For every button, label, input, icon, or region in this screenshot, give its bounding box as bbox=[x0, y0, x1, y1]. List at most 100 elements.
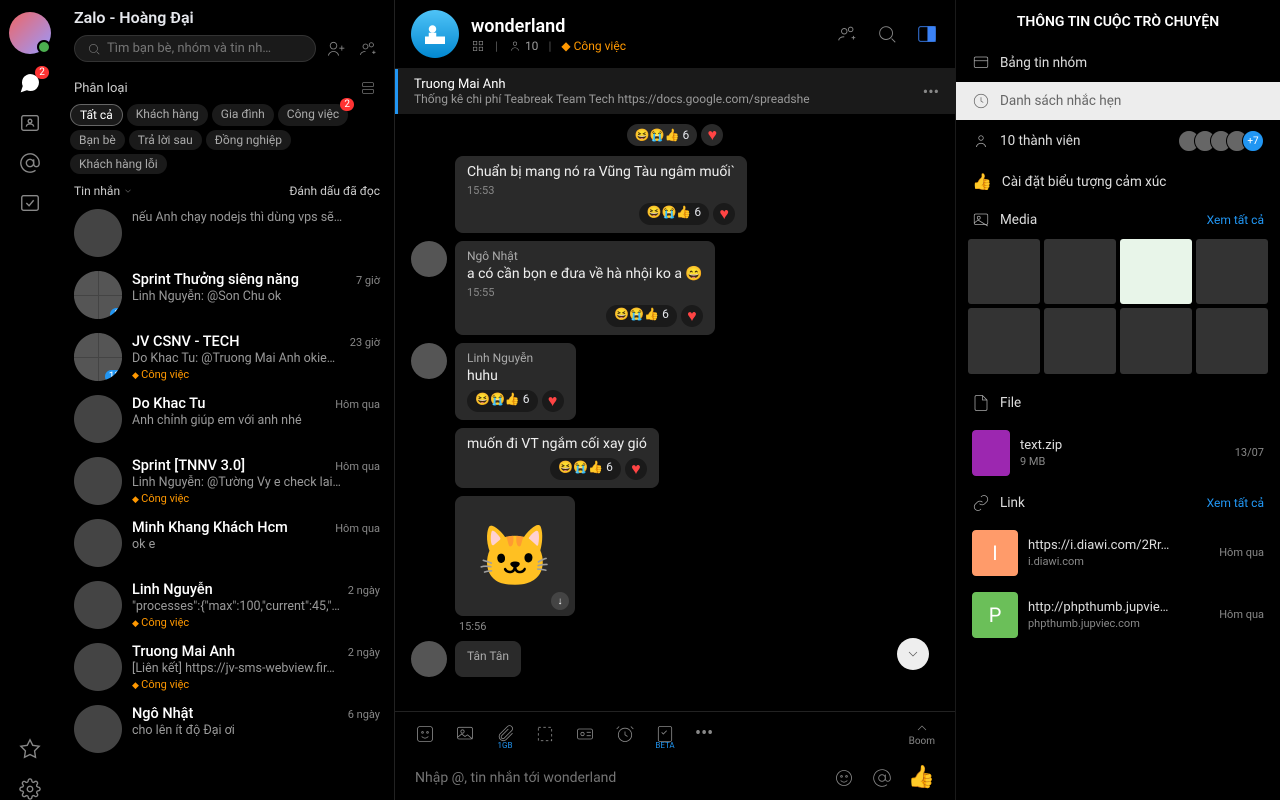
message-input[interactable] bbox=[415, 770, 818, 786]
download-icon[interactable]: ↓ bbox=[551, 592, 569, 610]
info-file-header[interactable]: File bbox=[956, 384, 1280, 422]
community-icon bbox=[471, 39, 485, 53]
message-row: Tân Tân bbox=[411, 641, 939, 677]
sender-avatar[interactable] bbox=[411, 343, 447, 379]
conversation-item[interactable]: nếu Anh chạy nodejs thì dùng vps sẽ… bbox=[60, 202, 394, 264]
conversation-item[interactable]: Ngô Nhật6 ngàycho lên ít độ Đại ơi bbox=[60, 698, 394, 760]
message-bubble[interactable]: muốn đi VT ngắm cối xay gió😆😭👍 6♥ bbox=[455, 428, 659, 488]
reaction-summary[interactable]: 😆😭👍 6 bbox=[627, 124, 698, 146]
chevron-down-icon bbox=[123, 186, 133, 196]
thumbs-up-icon: 👍 bbox=[972, 172, 992, 191]
media-thumb[interactable] bbox=[968, 308, 1040, 373]
mention-icon[interactable] bbox=[870, 766, 894, 790]
sender-avatar[interactable] bbox=[411, 641, 447, 677]
clock-icon bbox=[972, 92, 990, 110]
info-board[interactable]: Bảng tin nhóm bbox=[956, 44, 1280, 82]
chat-title: wonderland bbox=[471, 16, 823, 37]
task-icon[interactable]: BETA bbox=[655, 724, 675, 744]
person-icon bbox=[972, 132, 990, 150]
info-members[interactable]: 10 thành viên +7 bbox=[956, 120, 1280, 162]
message-bubble[interactable]: Linh Nguyễnhuhu😆😭👍 6♥ bbox=[455, 343, 576, 420]
search-box[interactable] bbox=[74, 35, 316, 62]
like-button[interactable]: 👍 bbox=[908, 765, 935, 790]
media-thumb[interactable] bbox=[1196, 239, 1268, 304]
info-reminders[interactable]: Danh sách nhắc hẹn bbox=[956, 82, 1280, 120]
boom-button[interactable]: Boom bbox=[909, 720, 935, 747]
add-friend-icon[interactable] bbox=[324, 37, 348, 61]
board-icon bbox=[972, 54, 990, 72]
star-nav-icon[interactable] bbox=[19, 738, 41, 760]
file-item[interactable]: text.zip9 MB 13/07 bbox=[956, 422, 1280, 484]
chat-avatar[interactable] bbox=[411, 10, 459, 58]
sender-avatar[interactable] bbox=[411, 241, 447, 277]
filter-chip[interactable]: Đồng nghiệp bbox=[206, 130, 291, 150]
conversation-item[interactable]: Sprint [TNNV 3.0]Hôm quaLinh Nguyễn: @Tư… bbox=[60, 450, 394, 512]
filter-chip[interactable]: Trả lời sau bbox=[129, 130, 202, 150]
filter-chip[interactable]: Tất cả bbox=[70, 104, 123, 126]
filter-chip[interactable]: Khách hàng bbox=[127, 104, 208, 126]
search-input[interactable] bbox=[107, 41, 303, 56]
info-media-header[interactable]: MediaXem tất cả bbox=[956, 201, 1280, 239]
more-tools-icon[interactable]: ••• bbox=[695, 723, 713, 744]
contacts-nav-icon[interactable] bbox=[19, 112, 41, 134]
info-title: THÔNG TIN CUỘC TRÒ CHUYỆN bbox=[956, 0, 1280, 44]
media-thumb[interactable] bbox=[968, 239, 1040, 304]
info-link-header[interactable]: LinkXem tất cả bbox=[956, 484, 1280, 522]
filter-chip[interactable]: Khách hàng lỗi bbox=[70, 154, 167, 174]
user-avatar[interactable] bbox=[9, 12, 51, 54]
media-thumb[interactable] bbox=[1120, 308, 1192, 373]
add-members-icon[interactable] bbox=[835, 22, 859, 46]
mention-nav-icon[interactable] bbox=[19, 152, 41, 174]
messages-dropdown[interactable]: Tin nhắn bbox=[74, 184, 133, 198]
filter-chip[interactable]: Gia đình bbox=[212, 104, 274, 126]
conversation-item[interactable]: 13JV CSNV - TECH23 giờDo Khac Tu: @Truon… bbox=[60, 326, 394, 388]
card-icon[interactable] bbox=[575, 724, 595, 744]
emoji-icon[interactable] bbox=[832, 766, 856, 790]
link-favicon: P bbox=[972, 592, 1018, 638]
message-bubble[interactable]: Ngô Nhậta có cần bọn e đưa về hà nhội ko… bbox=[455, 241, 715, 335]
filter-chip[interactable]: Bạn bè bbox=[70, 130, 125, 150]
link-icon bbox=[972, 494, 990, 512]
link-item[interactable]: Phttp://phpthumb.jupvie…phpthumb.jupviec… bbox=[956, 584, 1280, 646]
scroll-down-button[interactable] bbox=[897, 638, 929, 670]
react-button[interactable]: ♥ bbox=[701, 124, 723, 146]
message-row: Ngô Nhậta có cần bọn e đưa về hà nhội ko… bbox=[411, 241, 939, 335]
media-view-all[interactable]: Xem tất cả bbox=[1207, 213, 1264, 227]
panel-toggle-icon[interactable] bbox=[915, 22, 939, 46]
members-icon bbox=[508, 39, 522, 53]
filter-settings-icon[interactable] bbox=[356, 76, 380, 100]
sticker[interactable]: 🐱↓ bbox=[455, 496, 575, 616]
media-thumb[interactable] bbox=[1196, 308, 1268, 373]
conversation-item[interactable]: 9Sprint Thưởng siêng năng7 giờLinh Nguyễ… bbox=[60, 264, 394, 326]
media-grid bbox=[956, 239, 1280, 384]
info-emoji[interactable]: 👍Cài đặt biểu tượng cảm xúc bbox=[956, 162, 1280, 201]
screenshot-icon[interactable] bbox=[535, 724, 555, 744]
chat-search-icon[interactable] bbox=[875, 22, 899, 46]
conversation-item[interactable]: Linh Nguyễn2 ngày"processes":{"max":100,… bbox=[60, 574, 394, 636]
chat-nav-icon[interactable]: 2 bbox=[19, 72, 41, 94]
todo-nav-icon[interactable] bbox=[19, 192, 41, 214]
chat-tag[interactable]: ◆ Công việc bbox=[561, 39, 626, 53]
sticker-icon[interactable] bbox=[415, 724, 435, 744]
link-view-all[interactable]: Xem tất cả bbox=[1207, 496, 1264, 510]
media-thumb[interactable] bbox=[1044, 239, 1116, 304]
attach-icon[interactable]: 1GB bbox=[495, 724, 515, 744]
image-icon[interactable] bbox=[455, 724, 475, 744]
link-item[interactable]: Ihttps://i.diawi.com/2Rr…i.diawi.comHôm … bbox=[956, 522, 1280, 584]
mark-read[interactable]: Đánh dấu đã đọc bbox=[289, 184, 380, 198]
conversation-item[interactable]: Truong Mai Anh2 ngày[Liên kết] https://j… bbox=[60, 636, 394, 698]
conversation-item[interactable]: Minh Khang Khách HcmHôm quaok e bbox=[60, 512, 394, 574]
message-bubble[interactable]: Tân Tân bbox=[455, 641, 521, 677]
reminder-icon[interactable] bbox=[615, 724, 635, 744]
media-thumb[interactable] bbox=[1044, 308, 1116, 373]
media-thumb[interactable] bbox=[1120, 239, 1192, 304]
message-row: Linh Nguyễnhuhu😆😭👍 6♥ bbox=[411, 343, 939, 420]
image-icon bbox=[972, 211, 990, 229]
filter-chip[interactable]: Công việc2 bbox=[278, 104, 348, 126]
settings-nav-icon[interactable] bbox=[19, 778, 41, 800]
create-group-icon[interactable] bbox=[356, 37, 380, 61]
pinned-more-icon[interactable]: ••• bbox=[923, 82, 939, 101]
message-bubble[interactable]: Chuẩn bị mang nó ra Vũng Tàu ngâm muối`1… bbox=[455, 156, 747, 233]
pinned-message[interactable]: Truong Mai Anh Thống kê chi phí Teabreak… bbox=[395, 69, 955, 114]
conversation-item[interactable]: Do Khac TuHôm quaAnh chỉnh giúp em với a… bbox=[60, 388, 394, 450]
